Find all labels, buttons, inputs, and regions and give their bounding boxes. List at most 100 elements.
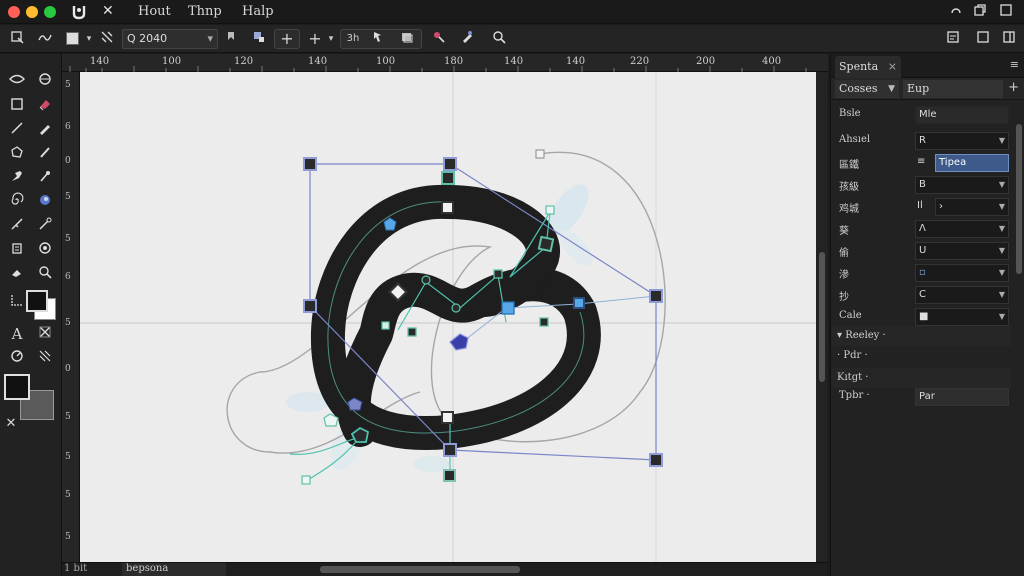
node-type-icon[interactable]: 3h <box>344 29 362 49</box>
foreground-color-swatch[interactable] <box>26 290 48 312</box>
property-select[interactable]: ■ ▼ <box>915 308 1009 326</box>
vertical-scrollbar[interactable] <box>816 72 828 562</box>
text-tool-icon[interactable]: A <box>6 324 28 344</box>
rotate-tool-icon[interactable] <box>6 348 28 368</box>
ruler-label: 180 <box>444 56 464 67</box>
panel-toggle-icon[interactable] <box>1000 29 1018 49</box>
chevron-down-icon: ▼ <box>998 312 1005 321</box>
close-tab-icon[interactable]: × <box>888 56 897 78</box>
vertical-scroll-thumb[interactable] <box>819 252 825 382</box>
property-select[interactable]: B ▼ <box>915 176 1009 194</box>
menu-item-0[interactable]: Hout <box>138 4 171 19</box>
calligraphy-tool-icon[interactable] <box>6 168 28 188</box>
property-row: Ahsıel R ▼ <box>831 130 1011 152</box>
dropper-tool-icon[interactable] <box>6 264 28 284</box>
pen-nib-tool-icon[interactable] <box>6 216 28 236</box>
close-document-icon[interactable]: ✕ <box>102 3 114 19</box>
eraser-tool-icon[interactable] <box>34 96 56 116</box>
fill-color-large-swatch[interactable] <box>4 374 30 400</box>
minimize-icon[interactable] <box>948 3 964 21</box>
property-select[interactable]: R ▼ <box>915 132 1009 150</box>
layer-tab[interactable]: bepsona <box>122 563 226 576</box>
zoom-tool-icon[interactable] <box>490 29 508 49</box>
chevron-down-icon: ▼ <box>998 224 1005 233</box>
layer-icon[interactable] <box>398 29 416 49</box>
property-select[interactable]: ▫ ▼ <box>915 264 1009 282</box>
horizontal-ruler[interactable]: 140 100 120 140 100 180 140 140 220 200 … <box>62 54 828 72</box>
section-header[interactable]: Kıtgt · <box>831 368 1011 388</box>
zoom-select[interactable]: Q 2040 ▾ <box>122 29 218 49</box>
line-tool-icon[interactable] <box>6 120 28 140</box>
zoom-window-button[interactable] <box>44 6 56 18</box>
pencil-tool-icon[interactable] <box>34 120 56 140</box>
chevron-down-icon: ▼ <box>998 290 1005 299</box>
align-icon[interactable] <box>250 29 268 49</box>
add-icon[interactable]: + <box>1008 80 1019 95</box>
property-row: 孩級 B ▼ <box>831 174 1011 196</box>
gradient-tool-icon[interactable] <box>34 240 56 260</box>
polygon-tool-icon[interactable] <box>6 144 28 164</box>
property-select[interactable]: › ▼ <box>935 198 1009 216</box>
ruler-label: 140 <box>566 56 586 67</box>
tab-panel[interactable]: Spenta × <box>835 56 901 78</box>
crop-tool-icon[interactable] <box>34 324 56 344</box>
menu-item-1[interactable]: Thnp <box>188 4 222 19</box>
curve-tool-icon[interactable] <box>36 29 54 49</box>
property-select[interactable]: C ▼ <box>915 286 1009 304</box>
drawing-canvas[interactable] <box>80 72 816 562</box>
property-select[interactable]: Λ ▼ <box>915 220 1009 238</box>
property-value[interactable]: Mle <box>915 106 1009 124</box>
node-tool-icon[interactable] <box>6 72 28 92</box>
pick-icon[interactable] <box>370 29 388 49</box>
property-value: ■ <box>919 311 929 322</box>
panel-scroll-thumb[interactable] <box>1016 124 1022 274</box>
section-header[interactable]: · Pdr · <box>831 346 1011 366</box>
connector-tool-icon[interactable] <box>34 216 56 236</box>
pen-icon[interactable] <box>458 29 476 49</box>
property-select[interactable]: U ▼ <box>915 242 1009 260</box>
property-row: 偷 U ▼ <box>831 240 1011 262</box>
panel-sub-field[interactable]: Eup <box>903 80 1003 98</box>
property-value: Λ <box>919 223 926 234</box>
swap-colors-icon[interactable]: ✕ <box>0 414 22 434</box>
mesh-tool-icon[interactable] <box>34 348 56 368</box>
horizontal-scrollbar[interactable]: 1 bit bepsona <box>62 562 828 576</box>
close-window-button[interactable] <box>8 6 20 18</box>
paint-bucket-tool-icon[interactable] <box>6 240 28 260</box>
ruler-label: 100 <box>376 56 396 67</box>
dropper-icon[interactable] <box>430 29 448 49</box>
horizontal-scroll-thumb[interactable] <box>320 566 520 573</box>
close-icon[interactable] <box>998 3 1014 21</box>
panel-menu-icon[interactable]: ≡ <box>1010 58 1019 71</box>
tweak-tool-icon[interactable] <box>34 72 56 92</box>
measure-tool-icon[interactable] <box>6 292 28 312</box>
bookmark-icon[interactable] <box>222 29 240 49</box>
spiral-tool-icon[interactable] <box>6 192 28 212</box>
spray-tool-icon[interactable] <box>34 168 56 188</box>
menu-item-2[interactable]: Halp <box>242 4 274 19</box>
panel-mode-select[interactable]: Cosses ▼ <box>835 80 899 98</box>
brush-tool-icon[interactable] <box>34 144 56 164</box>
zoom-tool-left-icon[interactable] <box>34 264 56 284</box>
rectangle-tool-icon[interactable] <box>6 96 28 116</box>
minimize-window-button[interactable] <box>26 6 38 18</box>
vertical-ruler[interactable]: 5 6 0 5 5 6 5 0 5 5 5 5 <box>62 72 80 562</box>
section-header[interactable]: ▾ Reeley · <box>831 326 1011 346</box>
fill-color-swatch[interactable] <box>66 32 79 45</box>
window-icon[interactable] <box>974 29 992 49</box>
chevron-down-icon: ▼ <box>998 136 1005 145</box>
chevron-down-icon[interactable]: ▾ <box>80 29 98 49</box>
chevron-down-icon: ▾ <box>207 32 213 45</box>
property-input-selected[interactable]: Tipea <box>935 154 1009 172</box>
property-value[interactable]: Par <box>915 388 1009 406</box>
canvas-artwork[interactable] <box>80 72 816 562</box>
chevron-down-icon[interactable]: ▾ <box>322 29 340 49</box>
ruler-label: 140 <box>308 56 328 67</box>
restore-icon[interactable] <box>972 3 988 21</box>
status-text: 1 bit <box>64 563 88 574</box>
blur-tool-icon[interactable] <box>34 192 56 212</box>
add-node-icon[interactable]: + <box>278 29 296 49</box>
select-tool-icon[interactable] <box>8 29 26 49</box>
document-properties-icon[interactable] <box>944 29 962 49</box>
snap-icon[interactable] <box>98 29 116 49</box>
